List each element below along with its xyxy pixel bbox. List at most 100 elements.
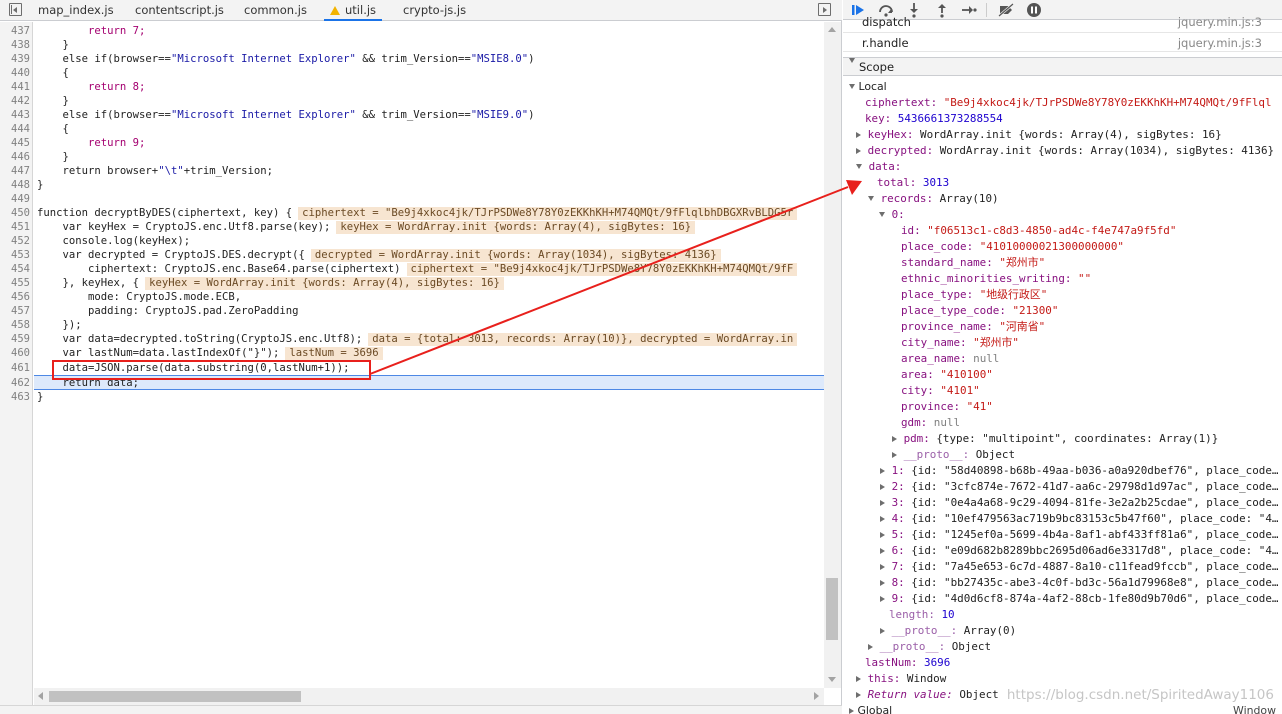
line-number[interactable]: 454 (0, 263, 30, 275)
line-number[interactable]: 442 (0, 95, 30, 107)
line-number[interactable]: 445 (0, 137, 30, 149)
record-field[interactable]: province: "41" (901, 399, 993, 415)
record-field[interactable]: place_code: "41010000021300000000" (901, 239, 1124, 255)
chevron-right-icon (856, 132, 861, 138)
scroll-up-icon[interactable] (828, 27, 836, 32)
line-number[interactable]: 460 (0, 347, 30, 359)
line-number[interactable]: 455 (0, 277, 30, 289)
record-field[interactable]: place_type: "地级行政区" (901, 287, 1047, 303)
record-field-key: place_type_code: (901, 304, 1006, 317)
line-number[interactable]: 446 (0, 151, 30, 163)
record-row[interactable]: 9: {id: "4d0d6cf8-874a-4af2-88cb-1fe80d9… (880, 591, 1278, 607)
record-field[interactable]: standard_name: "郑州市" (901, 255, 1045, 271)
record-row[interactable]: 6: {id: "e09d682b8289bbc2695d06ad6e3317d… (880, 543, 1278, 559)
callstack-frame-rhandle[interactable]: r.handle jquery.min.js:3 (843, 34, 1282, 52)
chevron-right-icon (880, 484, 885, 490)
line-number[interactable]: 458 (0, 319, 30, 331)
scope-data-proto[interactable]: __proto__: Object (868, 639, 991, 655)
editor-vertical-scrollbar[interactable] (824, 22, 841, 688)
scope-global[interactable]: Global (849, 703, 892, 714)
scope-var-this[interactable]: this: Window (856, 671, 946, 687)
horizontal-scroll-thumb[interactable] (49, 691, 301, 702)
scope-return-value[interactable]: Return value: Object (856, 687, 999, 703)
record-row[interactable]: 8: {id: "bb27435c-abe3-4c0f-bd3c-56a1d79… (880, 575, 1278, 591)
record-row[interactable]: 7: {id: "7a45e653-6c7d-4887-8a10-c11fead… (880, 559, 1278, 575)
record-row[interactable]: 2: {id: "3cfc874e-7672-41d7-aa6c-29798d1… (880, 479, 1278, 495)
record-index: 3: (891, 496, 905, 509)
scope-records-proto[interactable]: __proto__: Array(0) (880, 623, 1016, 639)
scope-data-records[interactable]: records: Array(10) (868, 191, 999, 207)
scroll-down-icon[interactable] (828, 677, 836, 682)
vertical-scroll-thumb[interactable] (826, 578, 838, 640)
inline-value-decrypted: decrypted = WordArray.init {words: Array… (310, 249, 721, 262)
code-line-447: return browser+"\t"+trim_Version; (37, 165, 274, 177)
scope-record-0-pdm[interactable]: pdm: {type: "multipoint", coordinates: A… (892, 431, 1218, 447)
record-field[interactable]: area: "410100" (901, 367, 993, 383)
scope-var-key[interactable]: key: 5436661373288554 (865, 111, 1003, 127)
tab-crypto-js[interactable]: crypto-js.js (403, 0, 466, 21)
line-number[interactable]: 463 (0, 391, 30, 403)
scroll-right-icon[interactable] (814, 692, 819, 700)
callstack-frame-name: dispatch (862, 15, 911, 29)
line-number[interactable]: 440 (0, 67, 30, 79)
toggle-navigator-icon[interactable] (9, 3, 22, 16)
scope-section-header[interactable]: Scope (843, 57, 1282, 76)
editor-horizontal-scrollbar[interactable] (34, 688, 824, 705)
record-field[interactable]: city: "4101" (901, 383, 980, 399)
line-number[interactable]: 444 (0, 123, 30, 135)
record-field[interactable]: place_type_code: "21300" (901, 303, 1058, 319)
scope-record-0[interactable]: 0: (879, 207, 905, 223)
scope-var-keyhex[interactable]: keyHex: WordArray.init {words: Array(4),… (856, 127, 1222, 143)
scroll-left-icon[interactable] (38, 692, 43, 700)
code-area[interactable]: return 7; } else if(browser=="Microsoft … (34, 22, 824, 688)
line-number[interactable]: 452 (0, 235, 30, 247)
line-number[interactable]: 441 (0, 81, 30, 93)
debugger-sidebar: dispatch jquery.min.js:3 r.handle jquery… (843, 0, 1282, 714)
scope-record-0-proto[interactable]: __proto__: Object (892, 447, 1015, 463)
line-number[interactable]: 450 (0, 207, 30, 219)
line-number[interactable]: 438 (0, 39, 30, 51)
record-row[interactable]: 5: {id: "1245ef0a-5699-4b4a-8af1-abf433f… (880, 527, 1278, 543)
toggle-debugger-icon[interactable] (818, 3, 831, 16)
line-number[interactable]: 448 (0, 179, 30, 191)
record-row[interactable]: 3: {id: "0e4a4a68-9c29-4094-81fe-3e2a2b2… (880, 495, 1278, 511)
tab-map-index[interactable]: map_index.js (38, 0, 114, 21)
chevron-right-icon (880, 564, 885, 570)
scope-var-lastnum[interactable]: lastNum: 3696 (865, 655, 950, 671)
record-field[interactable]: area_name: null (901, 351, 999, 367)
scope-var-ciphertext[interactable]: ciphertext: "Be9j4xkoc4jk/TJrPSDWe8Y78Y0… (865, 95, 1272, 111)
line-number[interactable]: 439 (0, 53, 30, 65)
code-line-454: ciphertext: CryptoJS.enc.Base64.parse(ci… (37, 262, 798, 276)
line-number[interactable]: 451 (0, 221, 30, 233)
line-number-gutter[interactable]: 437 438 439 440 441 442 443 444 445 446 447 448 449 4… (0, 22, 33, 712)
scope-local[interactable]: Local (849, 79, 887, 95)
scope-var-data[interactable]: data: (856, 159, 901, 175)
line-number[interactable]: 461 (0, 362, 30, 374)
line-number[interactable]: 453 (0, 249, 30, 261)
record-row[interactable]: 4: {id: "10ef479563ac719b9bc83153c5b47f6… (880, 511, 1278, 527)
line-number[interactable]: 457 (0, 305, 30, 317)
scope-records-length[interactable]: length: 10 (889, 607, 955, 623)
tab-common[interactable]: common.js (244, 0, 307, 21)
tab-util[interactable]: util.js (324, 0, 383, 21)
line-number[interactable]: 456 (0, 291, 30, 303)
record-field[interactable]: ethnic_minorities_writing: "" (901, 271, 1091, 287)
record-field[interactable]: id: "f06513c1-c8d3-4850-ad4c-f4e747a9f5f… (901, 223, 1176, 239)
line-number[interactable]: 443 (0, 109, 30, 121)
line-number[interactable]: 462 (0, 377, 30, 389)
line-number[interactable]: 447 (0, 165, 30, 177)
record-field[interactable]: city_name: "郑州市" (901, 335, 1019, 351)
chevron-right-icon (880, 500, 885, 506)
record-row[interactable]: 1: {id: "58d40898-b68b-49aa-b036-a0a920d… (880, 463, 1278, 479)
tab-contentscript[interactable]: contentscript.js (135, 0, 224, 21)
callstack-frame-dispatch[interactable]: dispatch jquery.min.js:3 (843, 13, 1282, 33)
record-field[interactable]: gdm: null (901, 415, 960, 431)
line-number[interactable]: 459 (0, 333, 30, 345)
record-field[interactable]: province_name: "河南省" (901, 319, 1045, 335)
scope-var-decrypted[interactable]: decrypted: WordArray.init {words: Array(… (856, 143, 1274, 159)
chevron-right-icon (868, 644, 873, 650)
scope-data-total[interactable]: total: 3013 (877, 175, 949, 191)
code-line-463: } (37, 391, 44, 403)
line-number[interactable]: 437 (0, 25, 30, 37)
line-number[interactable]: 449 (0, 193, 30, 205)
